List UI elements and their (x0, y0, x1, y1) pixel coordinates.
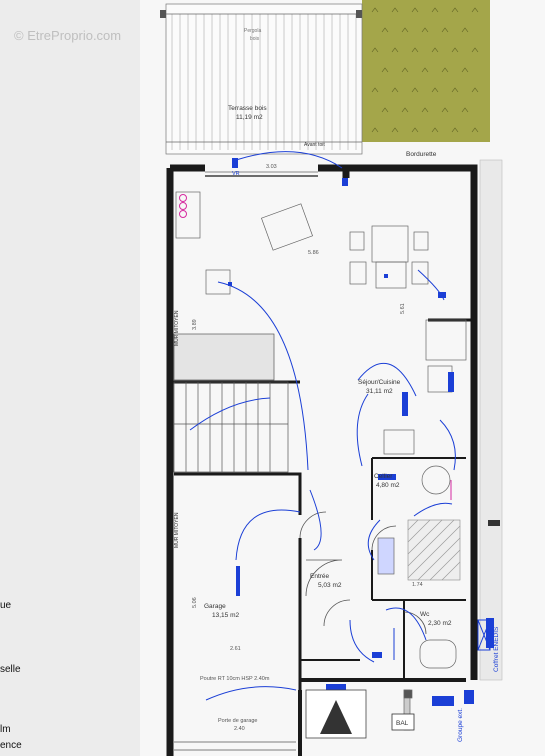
height-right-dim: 5.61 (400, 303, 406, 314)
top-opening-dim: 3.03 (266, 164, 277, 170)
entree-area: 5,03 m2 (318, 582, 342, 589)
garage-door-width: 2.40 (234, 726, 245, 732)
side-text-1: ue (0, 600, 12, 611)
cellier-label: Cellier (374, 473, 393, 480)
garage-door-label: Porte de garage (218, 718, 257, 724)
height-garage-dim: 5.06 (192, 597, 198, 608)
width-garage-dim: 2.61 (230, 646, 241, 652)
living-label: Séjour/Cuisine (358, 379, 401, 386)
bordure-label: Bordurette (406, 151, 437, 158)
beam-label: Poutre RT 10cm HSP 2.40m (200, 676, 270, 682)
floor-plan: © EtreProprio.com Pergola bois Terrasse … (0, 0, 545, 756)
width-living-dim: 5.86 (308, 250, 319, 256)
lawn (362, 0, 490, 142)
living-area: 31,11 m2 (366, 388, 393, 395)
wc-area: 2,30 m2 (428, 620, 452, 627)
coffret-label: Coffret ENEDIS (493, 626, 500, 672)
wall-left-top: MUR MITOYEN (174, 310, 180, 346)
bal-label: BAL (396, 720, 409, 727)
avant-toit-label: Avant toit (304, 142, 325, 148)
gravel-strip (479, 159, 503, 681)
pergola-sub: bois (250, 36, 260, 42)
height-left-dim: 3.89 (192, 319, 198, 330)
watermark: © EtreProprio.com (14, 28, 121, 43)
wall-left-bottom: MUR MITOYEN (174, 512, 180, 548)
hatched-zone (407, 519, 461, 581)
wc-width-dim: 1.74 (412, 582, 423, 588)
terrace-area: 11,19 m2 (236, 114, 263, 121)
terrace-label: Terrasse bois (228, 105, 267, 112)
wc-label: Wc (420, 611, 430, 618)
cellier-area: 4,80 m2 (376, 482, 400, 489)
garage-area: 13,15 m2 (212, 612, 239, 619)
pergola-label: Pergola (244, 28, 261, 34)
terrace-deck (160, 3, 363, 155)
side-text-4: ence (0, 740, 22, 751)
entree-label: Entrée (310, 573, 330, 580)
garage-label: Garage (204, 603, 226, 610)
groupe-label: Groupe ext. (457, 708, 464, 742)
vr-label: VR (232, 171, 240, 177)
side-text-3: lm (0, 724, 11, 735)
side-text-2: selle (0, 664, 21, 675)
